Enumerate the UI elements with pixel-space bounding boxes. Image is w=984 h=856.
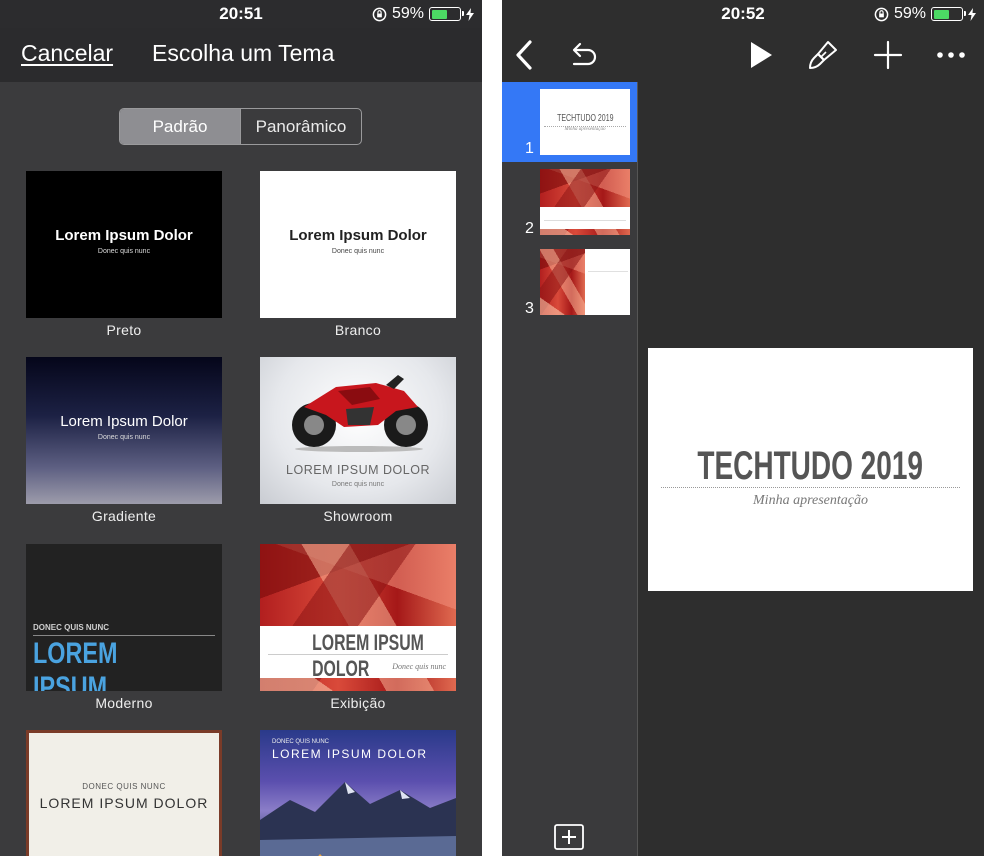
- battery-percent: 59%: [392, 5, 424, 23]
- thumbnail-subtitle: DONEC QUIS NUNC: [33, 623, 109, 632]
- theme-card-gradiente[interactable]: Lorem Ipsum Dolor Donec quis nunc Gradie…: [26, 357, 222, 524]
- slide-preview-subtitle: Minha apresentação: [540, 127, 630, 132]
- theme-chooser-screen: 20:51 59% Cancelar Escolha um Tema Padrã…: [0, 0, 482, 856]
- slide-canvas: TECHTUDO 2019 Minha apresentação: [638, 82, 984, 856]
- theme-card-moderno[interactable]: DONEC QUIS NUNC LOREM IPSUM Moderno: [26, 544, 222, 711]
- battery-icon: [429, 7, 461, 21]
- theme-label: Gradiente: [26, 508, 222, 524]
- theme-label: Exibição: [260, 695, 456, 711]
- slide-navigator: TECHTUDO 2019 Minha apresentação 1 2 3: [502, 82, 637, 856]
- orientation-lock-icon: [372, 7, 387, 22]
- slide-thumbnail-1[interactable]: TECHTUDO 2019 Minha apresentação 1: [502, 82, 637, 162]
- status-bar: 20:52 59%: [502, 0, 984, 28]
- slide-title[interactable]: TECHTUDO 2019: [648, 444, 973, 489]
- slide-number: 1: [525, 140, 534, 158]
- slide-preview: [540, 169, 630, 235]
- back-chevron-icon[interactable]: [508, 38, 542, 72]
- theme-card-photo[interactable]: DONEC QUIS NUNC LOREM IPSUM DOLOR: [260, 730, 456, 856]
- nav-bar: Cancelar Escolha um Tema: [0, 28, 482, 82]
- theme-grid-area: Padrão Panorâmico Lorem Ipsum Dolor Done…: [0, 82, 482, 856]
- battery-icon: [931, 7, 963, 21]
- slide-thumbnail-3[interactable]: 3: [502, 242, 637, 322]
- thumbnail-subtitle: Donec quis nunc: [260, 248, 456, 255]
- theme-thumbnail: DONEC QUIS NUNC LOREM IPSUM: [26, 544, 222, 691]
- theme-card-branco[interactable]: Lorem Ipsum Dolor Donec quis nunc Branco: [260, 171, 456, 338]
- thumbnail-subtitle: DONEC QUIS NUNC: [26, 782, 222, 791]
- slide-thumbnail-2[interactable]: 2: [502, 162, 637, 242]
- thumbnail-title: LOREM IPSUM DOLOR: [26, 795, 222, 811]
- theme-thumbnail: LOREM IPSUM DOLOR Donec quis nunc: [260, 357, 456, 504]
- slide-title-divider: [661, 487, 960, 488]
- theme-thumbnail: Lorem Ipsum Dolor Donec quis nunc: [26, 171, 222, 318]
- thumbnail-title: LOREM IPSUM DOLOR: [312, 630, 446, 682]
- slide-subtitle[interactable]: Minha apresentação: [648, 493, 973, 509]
- thumbnail-title: Lorem Ipsum Dolor: [26, 227, 222, 244]
- thumbnail-subtitle: Donec quis nunc: [392, 662, 446, 671]
- segment-standard[interactable]: Padrão: [120, 109, 240, 144]
- thumbnail-title: Lorem Ipsum Dolor: [26, 413, 222, 430]
- thumbnail-subtitle: Donec quis nunc: [26, 434, 222, 441]
- thumbnail-title: LOREM IPSUM DOLOR: [260, 463, 456, 477]
- theme-thumbnail: LOREM IPSUM DOLOR Donec quis nunc: [260, 544, 456, 691]
- paintbrush-icon[interactable]: [806, 38, 840, 72]
- theme-card-paper[interactable]: DONEC QUIS NUNC LOREM IPSUM DOLOR: [26, 730, 222, 856]
- slide-number: 2: [525, 220, 534, 238]
- segment-widescreen[interactable]: Panorâmico: [240, 109, 361, 144]
- thumbnail-subtitle: DONEC QUIS NUNC: [272, 739, 329, 745]
- thumbnail-subtitle: Donec quis nunc: [26, 248, 222, 255]
- battery-percent: 59%: [894, 5, 926, 23]
- play-icon[interactable]: [744, 38, 778, 72]
- theme-thumbnail: DONEC QUIS NUNC LOREM IPSUM DOLOR: [26, 730, 222, 856]
- slide-preview-title: TECHTUDO 2019: [540, 113, 630, 124]
- slide-size-segmented-control: Padrão Panorâmico: [119, 108, 362, 145]
- mountain-image: [260, 770, 456, 856]
- cancel-button[interactable]: Cancelar: [21, 40, 113, 67]
- slide-preview: TECHTUDO 2019 Minha apresentação: [540, 89, 630, 155]
- thumbnail-title: Lorem Ipsum Dolor: [260, 227, 456, 244]
- theme-card-exibicao[interactable]: LOREM IPSUM DOLOR Donec quis nunc Exibiç…: [260, 544, 456, 711]
- more-ellipsis-icon[interactable]: [934, 38, 968, 72]
- add-plus-icon[interactable]: [871, 38, 905, 72]
- theme-label: Moderno: [26, 695, 222, 711]
- theme-thumbnail: DONEC QUIS NUNC LOREM IPSUM DOLOR: [260, 730, 456, 856]
- slide-number: 3: [525, 300, 534, 318]
- theme-label: Branco: [260, 322, 456, 338]
- thumbnail-title: LOREM IPSUM: [33, 637, 180, 691]
- motorcycle-image: [286, 367, 432, 453]
- orientation-lock-icon: [874, 7, 889, 22]
- slide-preview: [540, 249, 630, 315]
- theme-card-preto[interactable]: Lorem Ipsum Dolor Donec quis nunc Preto: [26, 171, 222, 338]
- undo-icon[interactable]: [566, 38, 600, 72]
- slide-editor-screen: 20:52 59%: [502, 0, 984, 856]
- theme-thumbnail: Lorem Ipsum Dolor Donec quis nunc: [26, 357, 222, 504]
- editor-toolbar: [502, 28, 984, 82]
- thumbnail-divider: [33, 635, 215, 636]
- charging-bolt-icon: [968, 8, 976, 21]
- status-bar: 20:51 59%: [0, 0, 482, 28]
- add-slide-icon[interactable]: [554, 824, 584, 850]
- theme-thumbnail: Lorem Ipsum Dolor Donec quis nunc: [260, 171, 456, 318]
- thumbnail-subtitle: Donec quis nunc: [260, 481, 456, 488]
- page-title: Escolha um Tema: [152, 40, 334, 67]
- charging-bolt-icon: [466, 8, 474, 21]
- current-slide[interactable]: TECHTUDO 2019 Minha apresentação: [648, 348, 973, 591]
- theme-label: Showroom: [260, 508, 456, 524]
- theme-label: Preto: [26, 322, 222, 338]
- thumbnail-title: LOREM IPSUM DOLOR: [272, 747, 428, 761]
- theme-card-showroom[interactable]: LOREM IPSUM DOLOR Donec quis nunc Showro…: [260, 357, 456, 524]
